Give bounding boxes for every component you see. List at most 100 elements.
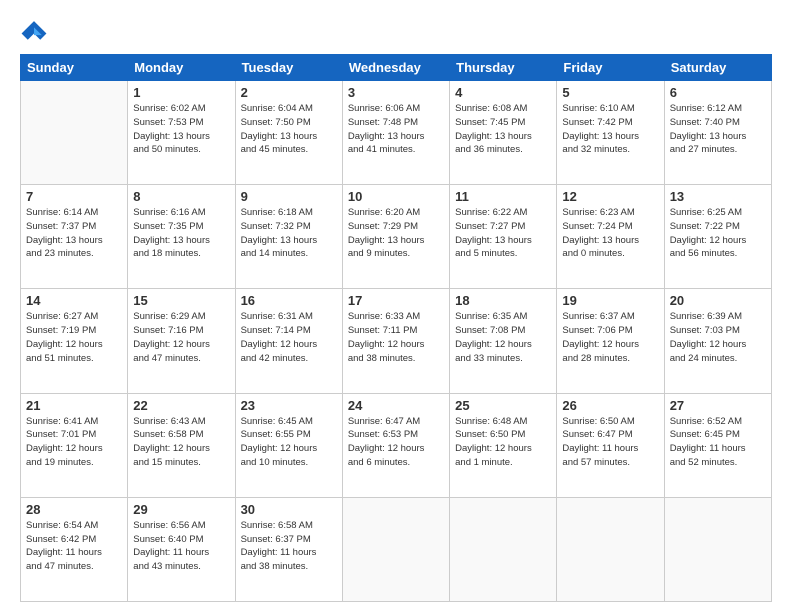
calendar-cell: 6 Sunrise: 6:12 AMSunset: 7:40 PMDaylight… <box>664 81 771 185</box>
calendar-cell <box>557 497 664 601</box>
day-number: 15 <box>133 293 229 308</box>
calendar-cell: 11 Sunrise: 6:22 AMSunset: 7:27 PMDayligh… <box>450 185 557 289</box>
day-info: Sunrise: 6:58 AMSunset: 6:37 PMDaylight:… <box>241 519 337 574</box>
day-number: 24 <box>348 398 444 413</box>
calendar-cell: 5 Sunrise: 6:10 AMSunset: 7:42 PMDaylight… <box>557 81 664 185</box>
calendar-cell: 18 Sunrise: 6:35 AMSunset: 7:08 PMDayligh… <box>450 289 557 393</box>
day-number: 4 <box>455 85 551 100</box>
week-row-4: 21Sunrise: 6:41 AMSunset: 7:01 PMDayligh… <box>21 393 772 497</box>
day-info: Sunrise: 6:18 AMSunset: 7:32 PMDaylight:… <box>241 206 337 261</box>
day-info: Sunrise: 6:16 AMSunset: 7:35 PMDaylight:… <box>133 206 229 261</box>
day-info: Sunrise: 6:41 AMSunset: 7:01 PMDaylight:… <box>26 415 122 470</box>
day-info: Sunrise: 6:45 AMSunset: 6:55 PMDaylight:… <box>241 415 337 470</box>
day-number: 6 <box>670 85 766 100</box>
day-info: Sunrise: 6:31 AMSunset: 7:14 PMDaylight:… <box>241 310 337 365</box>
day-number: 23 <box>241 398 337 413</box>
day-info: Sunrise: 6:04 AMSunset: 7:50 PMDaylight:… <box>241 102 337 157</box>
calendar-cell: 15 Sunrise: 6:29 AMSunset: 7:16 PMDayligh… <box>128 289 235 393</box>
day-header-saturday: Saturday <box>664 55 771 81</box>
day-info: Sunrise: 6:52 AMSunset: 6:45 PMDaylight:… <box>670 415 766 470</box>
calendar-cell: 29 Sunrise: 6:56 AMSunset: 6:40 PMDayligh… <box>128 497 235 601</box>
day-number: 16 <box>241 293 337 308</box>
calendar-cell: 1 Sunrise: 6:02 AMSunset: 7:53 PMDaylight… <box>128 81 235 185</box>
logo-icon <box>20 18 48 46</box>
calendar-cell: 20 Sunrise: 6:39 AMSunset: 7:03 PMDayligh… <box>664 289 771 393</box>
calendar-cell <box>21 81 128 185</box>
calendar-cell: 12 Sunrise: 6:23 AMSunset: 7:24 PMDayligh… <box>557 185 664 289</box>
day-info: Sunrise: 6:06 AMSunset: 7:48 PMDaylight:… <box>348 102 444 157</box>
calendar-cell: 7 Sunrise: 6:14 AMSunset: 7:37 PMDaylight… <box>21 185 128 289</box>
header-row: SundayMondayTuesdayWednesdayThursdayFrid… <box>21 55 772 81</box>
day-info: Sunrise: 6:39 AMSunset: 7:03 PMDaylight:… <box>670 310 766 365</box>
day-number: 20 <box>670 293 766 308</box>
calendar-cell: 16 Sunrise: 6:31 AMSunset: 7:14 PMDayligh… <box>235 289 342 393</box>
day-number: 1 <box>133 85 229 100</box>
day-number: 22 <box>133 398 229 413</box>
day-info: Sunrise: 6:25 AMSunset: 7:22 PMDaylight:… <box>670 206 766 261</box>
calendar-cell: 17 Sunrise: 6:33 AMSunset: 7:11 PMDayligh… <box>342 289 449 393</box>
day-info: Sunrise: 6:10 AMSunset: 7:42 PMDaylight:… <box>562 102 658 157</box>
calendar-cell: 26 Sunrise: 6:50 AMSunset: 6:47 PMDayligh… <box>557 393 664 497</box>
day-info: Sunrise: 6:20 AMSunset: 7:29 PMDaylight:… <box>348 206 444 261</box>
day-info: Sunrise: 6:14 AMSunset: 7:37 PMDaylight:… <box>26 206 122 261</box>
week-row-3: 14 Sunrise: 6:27 AMSunset: 7:19 PMDayligh… <box>21 289 772 393</box>
day-number: 26 <box>562 398 658 413</box>
day-number: 30 <box>241 502 337 517</box>
day-info: Sunrise: 6:43 AMSunset: 6:58 PMDaylight:… <box>133 415 229 470</box>
calendar-cell: 13 Sunrise: 6:25 AMSunset: 7:22 PMDayligh… <box>664 185 771 289</box>
day-header-monday: Monday <box>128 55 235 81</box>
calendar-cell: 4 Sunrise: 6:08 AMSunset: 7:45 PMDaylight… <box>450 81 557 185</box>
week-row-2: 7 Sunrise: 6:14 AMSunset: 7:37 PMDaylight… <box>21 185 772 289</box>
day-header-tuesday: Tuesday <box>235 55 342 81</box>
calendar-table: SundayMondayTuesdayWednesdayThursdayFrid… <box>20 54 772 602</box>
day-info: Sunrise: 6:56 AMSunset: 6:40 PMDaylight:… <box>133 519 229 574</box>
day-info: Sunrise: 6:35 AMSunset: 7:08 PMDaylight:… <box>455 310 551 365</box>
week-row-1: 1 Sunrise: 6:02 AMSunset: 7:53 PMDaylight… <box>21 81 772 185</box>
day-number: 14 <box>26 293 122 308</box>
day-number: 18 <box>455 293 551 308</box>
calendar-cell <box>450 497 557 601</box>
day-info: Sunrise: 6:08 AMSunset: 7:45 PMDaylight:… <box>455 102 551 157</box>
day-header-wednesday: Wednesday <box>342 55 449 81</box>
calendar-cell: 27 Sunrise: 6:52 AMSunset: 6:45 PMDayligh… <box>664 393 771 497</box>
day-info: Sunrise: 6:37 AMSunset: 7:06 PMDaylight:… <box>562 310 658 365</box>
day-number: 13 <box>670 189 766 204</box>
logo <box>20 18 52 46</box>
calendar-cell: 24 Sunrise: 6:47 AMSunset: 6:53 PMDayligh… <box>342 393 449 497</box>
calendar-cell: 28Sunrise: 6:54 AMSunset: 6:42 PMDayligh… <box>21 497 128 601</box>
calendar-cell: 21Sunrise: 6:41 AMSunset: 7:01 PMDayligh… <box>21 393 128 497</box>
calendar-cell: 19Sunrise: 6:37 AMSunset: 7:06 PMDayligh… <box>557 289 664 393</box>
calendar-cell: 2 Sunrise: 6:04 AMSunset: 7:50 PMDaylight… <box>235 81 342 185</box>
day-number: 7 <box>26 189 122 204</box>
day-number: 25 <box>455 398 551 413</box>
calendar-cell: 14 Sunrise: 6:27 AMSunset: 7:19 PMDayligh… <box>21 289 128 393</box>
day-info: Sunrise: 6:22 AMSunset: 7:27 PMDaylight:… <box>455 206 551 261</box>
calendar-cell: 10Sunrise: 6:20 AMSunset: 7:29 PMDayligh… <box>342 185 449 289</box>
day-info: Sunrise: 6:12 AMSunset: 7:40 PMDaylight:… <box>670 102 766 157</box>
calendar-cell: 30 Sunrise: 6:58 AMSunset: 6:37 PMDayligh… <box>235 497 342 601</box>
day-number: 11 <box>455 189 551 204</box>
day-number: 3 <box>348 85 444 100</box>
day-number: 29 <box>133 502 229 517</box>
day-number: 12 <box>562 189 658 204</box>
calendar-cell: 25 Sunrise: 6:48 AMSunset: 6:50 PMDayligh… <box>450 393 557 497</box>
page: SundayMondayTuesdayWednesdayThursdayFrid… <box>0 0 792 612</box>
day-info: Sunrise: 6:02 AMSunset: 7:53 PMDaylight:… <box>133 102 229 157</box>
calendar-cell <box>664 497 771 601</box>
day-info: Sunrise: 6:23 AMSunset: 7:24 PMDaylight:… <box>562 206 658 261</box>
day-number: 5 <box>562 85 658 100</box>
day-number: 27 <box>670 398 766 413</box>
header <box>20 18 772 46</box>
calendar-cell: 3 Sunrise: 6:06 AMSunset: 7:48 PMDaylight… <box>342 81 449 185</box>
day-info: Sunrise: 6:50 AMSunset: 6:47 PMDaylight:… <box>562 415 658 470</box>
day-header-friday: Friday <box>557 55 664 81</box>
day-number: 17 <box>348 293 444 308</box>
day-info: Sunrise: 6:27 AMSunset: 7:19 PMDaylight:… <box>26 310 122 365</box>
week-row-5: 28Sunrise: 6:54 AMSunset: 6:42 PMDayligh… <box>21 497 772 601</box>
day-number: 2 <box>241 85 337 100</box>
day-info: Sunrise: 6:33 AMSunset: 7:11 PMDaylight:… <box>348 310 444 365</box>
day-number: 8 <box>133 189 229 204</box>
day-info: Sunrise: 6:29 AMSunset: 7:16 PMDaylight:… <box>133 310 229 365</box>
day-info: Sunrise: 6:48 AMSunset: 6:50 PMDaylight:… <box>455 415 551 470</box>
day-info: Sunrise: 6:47 AMSunset: 6:53 PMDaylight:… <box>348 415 444 470</box>
